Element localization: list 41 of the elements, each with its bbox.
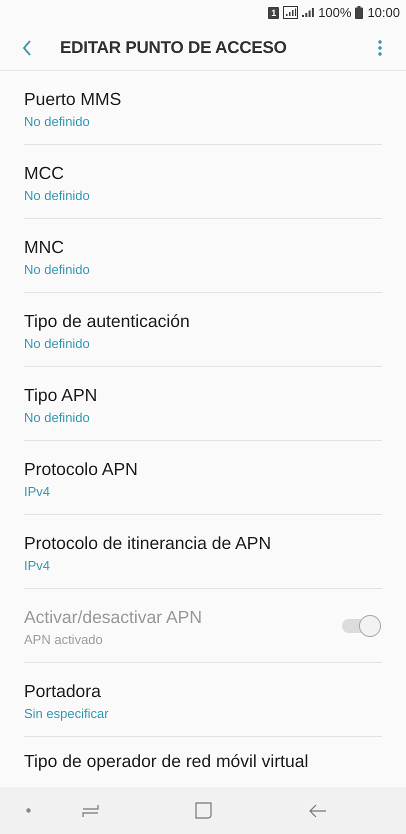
setting-value: Sin especificar bbox=[24, 706, 110, 720]
setting-title: Portadora bbox=[24, 680, 102, 702]
setting-value: No definido bbox=[24, 336, 91, 350]
back-icon[interactable] bbox=[309, 804, 326, 818]
setting-title: Tipo APN bbox=[24, 384, 98, 406]
battery-percentage: 100% bbox=[318, 5, 352, 20]
setting-value: No definido bbox=[24, 410, 91, 424]
setting-value: No definido bbox=[24, 262, 91, 276]
clock-time: 10:00 bbox=[367, 5, 400, 20]
setting-title: MCC bbox=[24, 162, 65, 184]
settings-row[interactable]: Tipo APN No definido bbox=[24, 367, 382, 441]
setting-value: No definido bbox=[24, 188, 91, 202]
page-title: EDITAR PUNTO DE ACCESO bbox=[60, 38, 288, 58]
recent-apps-icon[interactable] bbox=[82, 804, 99, 818]
sim-icon: 1 bbox=[268, 6, 280, 18]
signal-icon bbox=[283, 6, 298, 19]
setting-title: Tipo de autenticación bbox=[24, 310, 191, 332]
setting-title: Protocolo APN bbox=[24, 458, 139, 480]
settings-row[interactable]: MNC No definido bbox=[24, 219, 382, 293]
home-icon[interactable] bbox=[195, 802, 212, 819]
dot-icon[interactable] bbox=[26, 808, 31, 813]
settings-row[interactable]: Portadora Sin especificar bbox=[24, 663, 382, 737]
signal-icon bbox=[302, 7, 314, 18]
setting-title: Activar/desactivar APN bbox=[24, 606, 203, 628]
settings-row[interactable]: Protocolo de itinerancia de APN IPv4 bbox=[24, 515, 382, 589]
settings-row[interactable]: Protocolo APN IPv4 bbox=[24, 441, 382, 515]
settings-row[interactable]: Tipo de autenticación No definido bbox=[24, 293, 382, 367]
setting-title: Puerto MMS bbox=[24, 88, 122, 110]
settings-row[interactable]: Puerto MMS No definido bbox=[24, 71, 382, 145]
setting-value: APN activado bbox=[24, 632, 104, 646]
setting-value: IPv4 bbox=[24, 558, 52, 572]
setting-value: IPv4 bbox=[24, 484, 52, 498]
chevron-left-icon bbox=[22, 40, 32, 56]
setting-title: MNC bbox=[24, 236, 65, 258]
battery-icon bbox=[355, 6, 364, 19]
setting-title: Protocolo de itinerancia de APN bbox=[24, 532, 272, 554]
settings-row[interactable]: Tipo de operador de red móvil virtual bbox=[24, 737, 382, 772]
settings-row[interactable]: MCC No definido bbox=[24, 145, 382, 219]
more-vertical-icon bbox=[378, 40, 382, 56]
setting-title: Tipo de operador de red móvil virtual bbox=[24, 751, 310, 772]
setting-value: No definido bbox=[24, 114, 91, 128]
